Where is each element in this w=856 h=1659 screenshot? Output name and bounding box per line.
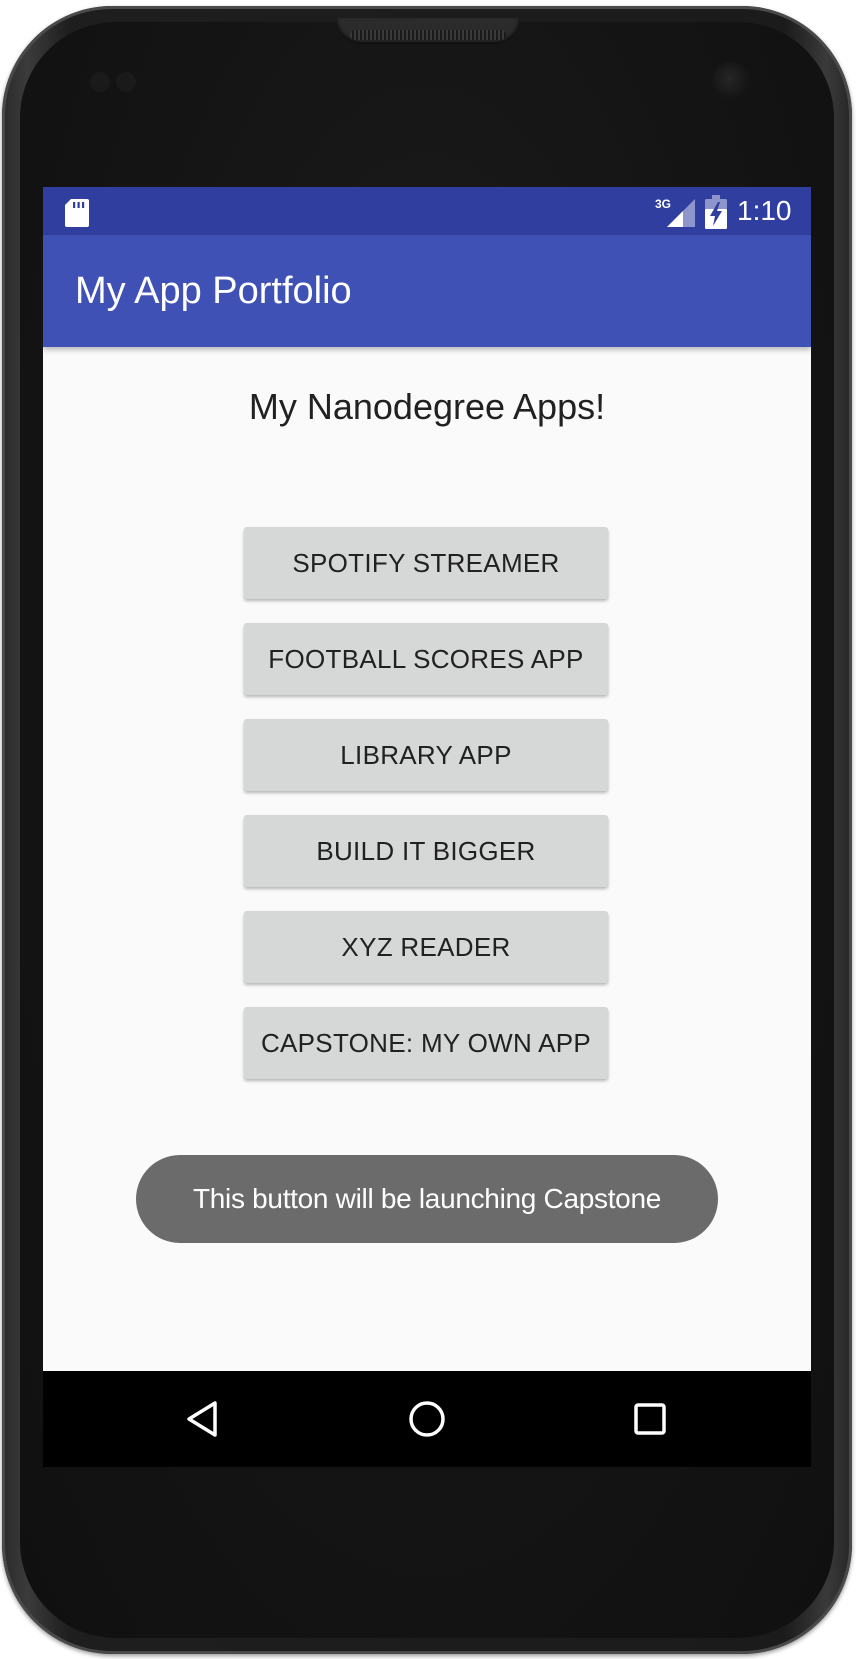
sd-card-icon	[65, 199, 89, 227]
navigation-bar	[43, 1371, 811, 1467]
signal-icon: 3G	[655, 197, 695, 227]
toast-message: This button will be launching Capstone	[136, 1155, 718, 1243]
build-it-bigger-button[interactable]: BUILD IT BIGGER	[244, 815, 608, 887]
device-frame: 3G 1:10 My App Portfolio My Nanodegree A…	[0, 0, 856, 1659]
proximity-sensor	[90, 72, 110, 92]
battery-charging-icon	[705, 195, 727, 229]
network-type-label: 3G	[655, 197, 671, 211]
front-camera	[712, 62, 750, 100]
screen: 3G 1:10 My App Portfolio My Nanodegree A…	[43, 187, 811, 1467]
speaker-grille	[350, 30, 506, 40]
app-bar: My App Portfolio	[43, 235, 811, 347]
page-heading: My Nanodegree Apps!	[248, 386, 606, 427]
main-content: My Nanodegree Apps! SPOTIFY STREAMER FOO…	[43, 347, 811, 1371]
library-app-button[interactable]: LIBRARY APP	[244, 719, 608, 791]
football-scores-button[interactable]: FOOTBALL SCORES APP	[244, 623, 608, 695]
light-sensor	[116, 72, 136, 92]
recents-icon[interactable]	[626, 1395, 674, 1443]
xyz-reader-button[interactable]: XYZ READER	[244, 911, 608, 983]
status-bar: 3G 1:10	[43, 187, 811, 235]
capstone-button[interactable]: CAPSTONE: MY OWN APP	[244, 1007, 608, 1079]
status-time: 1:10	[737, 195, 792, 226]
home-icon[interactable]	[403, 1395, 451, 1443]
app-button-list: SPOTIFY STREAMER FOOTBALL SCORES APP LIB…	[244, 527, 610, 1103]
app-title: My App Portfolio	[75, 270, 352, 312]
back-icon[interactable]	[181, 1395, 229, 1443]
spotify-streamer-button[interactable]: SPOTIFY STREAMER	[244, 527, 608, 599]
